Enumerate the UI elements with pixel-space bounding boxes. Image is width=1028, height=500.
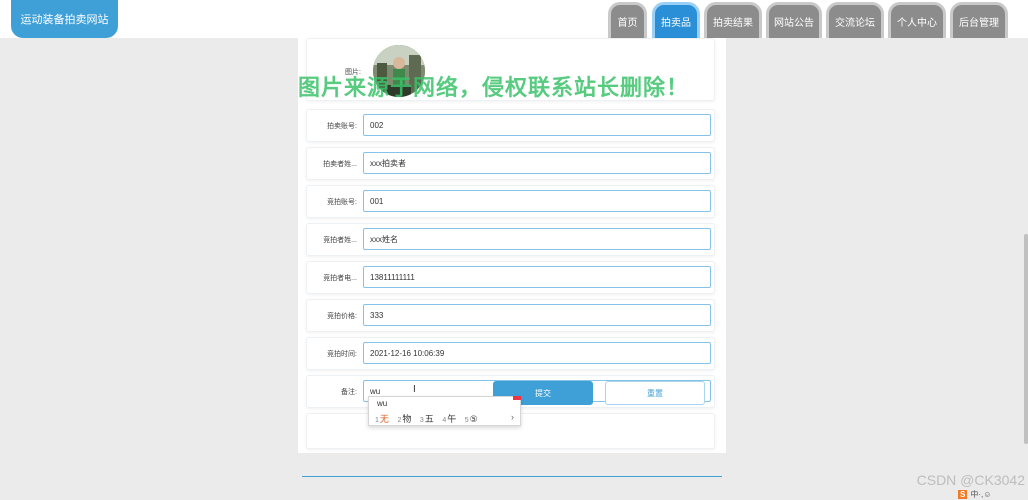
nav-tab-auction-results[interactable]: 拍卖结果 (704, 2, 762, 38)
nav-tab-admin[interactable]: 后台管理 (950, 2, 1008, 38)
auction-account-input[interactable] (363, 114, 711, 136)
ime-next-page-icon[interactable]: › (511, 412, 514, 422)
field-label: 拍卖者姓... (323, 160, 357, 168)
bid-price-input[interactable] (363, 304, 711, 326)
csdn-credit-watermark: CSDN @CK3042 (916, 472, 1025, 488)
ime-candidate[interactable]: 4午 (442, 414, 456, 424)
nav-tab-announcements[interactable]: 网站公告 (766, 2, 822, 38)
field-label: 竞拍者电... (323, 274, 357, 282)
nav-tab-label: 后台管理 (959, 18, 999, 29)
ime-candidate-number: 3 (419, 417, 424, 424)
ime-tray-status[interactable]: 中·,☺ (970, 489, 991, 500)
ime-candidate-word: 午 (447, 414, 457, 424)
ime-candidate[interactable]: 2物 (397, 414, 411, 424)
ime-candidate-word: ⑤ (469, 414, 478, 424)
ime-marker (513, 396, 521, 400)
ime-candidate[interactable]: 1无 (375, 414, 389, 424)
field-label: 竞拍者姓... (323, 236, 357, 244)
top-bar: 运动装备拍卖网站 首页 拍卖品 拍卖结果 网站公告 交流论坛 个人中心 后台管理 (0, 0, 1028, 38)
ime-candidate-word: 无 (379, 414, 389, 424)
nav-tab-forum[interactable]: 交流论坛 (826, 2, 884, 38)
page-scrollbar[interactable] (1024, 234, 1028, 444)
nav-tab-home[interactable]: 首页 (608, 2, 647, 38)
reset-button[interactable]: 重置 (605, 381, 705, 405)
nav-tab-label: 交流论坛 (835, 18, 875, 29)
nav-tab-personal-center[interactable]: 个人中心 (888, 2, 946, 38)
ime-tray: S 中·,☺ (958, 489, 1026, 500)
ime-candidate-number: 1 (375, 417, 379, 424)
form-row: 拍卖者姓... (306, 147, 715, 180)
form-row: 拍卖账号: (306, 109, 715, 142)
nav-tab-label: 拍卖结果 (713, 18, 753, 29)
form-row: 竞拍时间: (306, 337, 715, 370)
form-row: 竞拍账号: (306, 185, 715, 218)
nav-tab-label: 首页 (617, 18, 638, 29)
nav-tab-label: 网站公告 (774, 18, 814, 29)
main-nav: 首页 拍卖品 拍卖结果 网站公告 交流论坛 个人中心 后台管理 (0, 0, 1028, 38)
ime-candidate-word: 物 (402, 414, 412, 424)
field-label: 竞拍账号: (327, 198, 357, 206)
nav-tab-label: 拍卖品 (661, 18, 691, 29)
field-label: 拍卖账号: (327, 122, 357, 130)
field-label: 竞拍价格: (327, 312, 357, 320)
bid-time-input[interactable] (363, 342, 711, 364)
ime-candidate-number: 5 (464, 417, 469, 424)
form-row: 竞拍价格: (306, 299, 715, 332)
nav-tab-auction-items[interactable]: 拍卖品 (652, 2, 700, 38)
sogou-ime-icon[interactable]: S (958, 490, 968, 499)
field-label: 备注: (341, 388, 357, 396)
copyright-watermark: 图片来源于网络，侵权联系站长删除！ (298, 76, 690, 101)
bidder-name-input[interactable] (363, 228, 711, 250)
field-label: 竞拍时间: (327, 350, 357, 358)
ime-typed-text: wu (377, 399, 388, 408)
ime-candidate-popup: wu 1无 2物 3五 4午 5⑤ › (368, 396, 521, 426)
bidder-account-input[interactable] (363, 190, 711, 212)
form-row: 竞拍者电... (306, 261, 715, 294)
ime-candidate-list: 1无 2物 3五 4午 5⑤ (375, 412, 484, 425)
ime-candidate-number: 4 (442, 417, 447, 424)
nav-tab-label: 个人中心 (897, 18, 937, 29)
auctioneer-name-input[interactable] (363, 152, 711, 174)
ime-candidate[interactable]: 3五 (420, 414, 434, 424)
ime-candidate-number: 2 (397, 417, 402, 424)
bidder-phone-input[interactable] (363, 266, 711, 288)
footer-divider (302, 476, 722, 477)
form-row: 竞拍者姓... (306, 223, 715, 256)
ime-candidate-word: 五 (424, 414, 434, 424)
ime-candidate[interactable]: 5⑤ (465, 414, 478, 424)
text-cursor-icon: I (413, 384, 416, 395)
